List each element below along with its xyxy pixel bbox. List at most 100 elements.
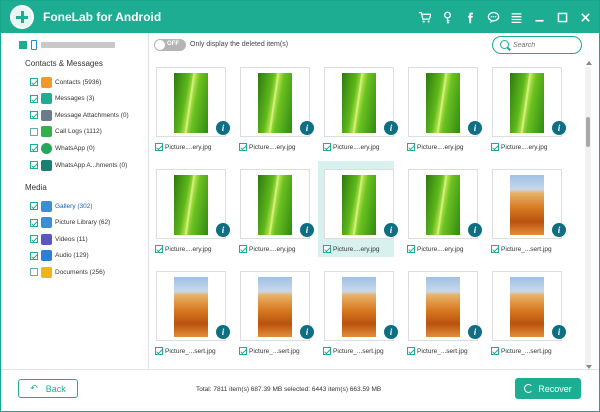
info-icon[interactable]: i bbox=[300, 223, 314, 237]
sidebar-item[interactable]: WhatsApp A...hments (0) bbox=[30, 159, 148, 171]
info-icon[interactable]: i bbox=[216, 121, 230, 135]
sidebar-item-checkbox[interactable] bbox=[30, 218, 38, 227]
photo-thumbnail[interactable]: i bbox=[324, 271, 398, 341]
recover-button[interactable]: Recover bbox=[515, 378, 581, 399]
photo-thumbnail[interactable]: i bbox=[408, 271, 482, 341]
photo-checkbox[interactable] bbox=[491, 347, 499, 355]
info-icon[interactable]: i bbox=[300, 121, 314, 135]
key-icon[interactable] bbox=[439, 9, 455, 25]
scroll-up-arrow-icon[interactable] bbox=[586, 61, 592, 65]
photo-tile[interactable]: i Picture....ery.jpg bbox=[234, 161, 314, 257]
sidebar-item[interactable]: WhatsApp (0) bbox=[30, 142, 148, 154]
photo-tile[interactable]: i Picture_...sert.jpg bbox=[234, 263, 314, 359]
photo-thumbnail[interactable]: i bbox=[492, 67, 566, 137]
info-icon[interactable]: i bbox=[552, 223, 566, 237]
photo-thumbnail[interactable]: i bbox=[240, 271, 314, 341]
photo-checkbox[interactable] bbox=[491, 245, 499, 253]
photo-checkbox[interactable] bbox=[491, 143, 499, 151]
search-input[interactable] bbox=[513, 40, 577, 50]
device-row[interactable] bbox=[19, 38, 139, 52]
photo-checkbox[interactable] bbox=[239, 143, 247, 151]
menu-icon[interactable] bbox=[508, 9, 524, 25]
photo-thumbnail[interactable]: i bbox=[408, 169, 482, 239]
minimize-icon[interactable] bbox=[531, 9, 547, 25]
info-icon[interactable]: i bbox=[468, 121, 482, 135]
photo-thumbnail[interactable]: i bbox=[156, 271, 230, 341]
photo-thumbnail[interactable]: i bbox=[240, 169, 314, 239]
search-box[interactable] bbox=[492, 36, 582, 54]
photo-thumbnail[interactable]: i bbox=[324, 169, 398, 239]
photo-checkbox[interactable] bbox=[407, 245, 415, 253]
back-button[interactable]: ↶ Back bbox=[18, 379, 78, 398]
sidebar-item-checkbox[interactable] bbox=[30, 235, 38, 244]
photo-thumbnail[interactable]: i bbox=[408, 67, 482, 137]
info-icon[interactable]: i bbox=[552, 121, 566, 135]
photo-tile[interactable]: i Picture....ery.jpg bbox=[318, 161, 398, 257]
info-icon[interactable]: i bbox=[468, 223, 482, 237]
photo-checkbox[interactable] bbox=[323, 347, 331, 355]
photo-thumbnail[interactable]: i bbox=[324, 67, 398, 137]
sidebar-item-checkbox[interactable] bbox=[30, 144, 38, 153]
info-icon[interactable]: i bbox=[216, 325, 230, 339]
photo-checkbox[interactable] bbox=[155, 245, 163, 253]
chat-icon[interactable] bbox=[485, 9, 501, 25]
maximize-icon[interactable] bbox=[554, 9, 570, 25]
info-icon[interactable]: i bbox=[468, 325, 482, 339]
photo-thumbnail[interactable]: i bbox=[492, 169, 566, 239]
photo-checkbox[interactable] bbox=[239, 245, 247, 253]
photo-checkbox[interactable] bbox=[407, 143, 415, 151]
photo-checkbox[interactable] bbox=[323, 245, 331, 253]
photo-tile[interactable]: i Picture....ery.jpg bbox=[402, 161, 482, 257]
sidebar-item[interactable]: Contacts (5936) bbox=[30, 76, 148, 88]
facebook-icon[interactable] bbox=[462, 9, 478, 25]
photo-thumbnail[interactable]: i bbox=[156, 67, 230, 137]
device-checkbox[interactable] bbox=[19, 41, 27, 49]
sidebar-item-checkbox[interactable] bbox=[30, 94, 38, 103]
photo-checkbox[interactable] bbox=[155, 143, 163, 151]
info-icon[interactable]: i bbox=[216, 223, 230, 237]
sidebar-item-checkbox[interactable] bbox=[30, 251, 38, 260]
sidebar-item[interactable]: Picture Library (62) bbox=[30, 217, 148, 229]
scrollbar-thumb[interactable] bbox=[586, 117, 590, 147]
info-icon[interactable]: i bbox=[384, 223, 398, 237]
scrollbar-track[interactable] bbox=[585, 67, 591, 367]
info-icon[interactable]: i bbox=[552, 325, 566, 339]
cart-icon[interactable] bbox=[416, 9, 432, 25]
photo-tile[interactable]: i Picture_...sert.jpg bbox=[318, 263, 398, 359]
photo-thumbnail[interactable]: i bbox=[492, 271, 566, 341]
photo-tile[interactable]: i Picture_...sert.jpg bbox=[402, 263, 482, 359]
photo-tile[interactable]: i Picture_...sert.jpg bbox=[150, 263, 230, 359]
sidebar-item[interactable]: Call Logs (1112) bbox=[30, 126, 148, 138]
photo-checkbox[interactable] bbox=[407, 347, 415, 355]
photo-checkbox[interactable] bbox=[239, 347, 247, 355]
sidebar-item-checkbox[interactable] bbox=[30, 78, 38, 86]
info-icon[interactable]: i bbox=[384, 325, 398, 339]
photo-thumbnail[interactable]: i bbox=[156, 169, 230, 239]
sidebar-item[interactable]: Messages (3) bbox=[30, 93, 148, 105]
photo-thumbnail[interactable]: i bbox=[240, 67, 314, 137]
sidebar-item[interactable]: Message Attachments (0) bbox=[30, 109, 148, 121]
photo-checkbox[interactable] bbox=[323, 143, 331, 151]
photo-tile[interactable]: i Picture....ery.jpg bbox=[486, 59, 566, 155]
photo-tile[interactable]: i Picture....ery.jpg bbox=[150, 59, 230, 155]
sidebar-item-checkbox[interactable] bbox=[30, 161, 38, 169]
sidebar-item[interactable]: Gallery (302) bbox=[30, 200, 148, 212]
info-icon[interactable]: i bbox=[384, 121, 398, 135]
sidebar-item[interactable]: Audio (129) bbox=[30, 250, 148, 262]
photo-checkbox[interactable] bbox=[155, 347, 163, 355]
sidebar-item-checkbox[interactable] bbox=[30, 111, 38, 120]
sidebar-item[interactable]: Videos (11) bbox=[30, 233, 148, 245]
sidebar-item-checkbox[interactable] bbox=[30, 202, 38, 210]
sidebar-item[interactable]: Documents (256) bbox=[30, 266, 148, 278]
sidebar-item-checkbox[interactable] bbox=[30, 127, 38, 136]
photo-tile[interactable]: i Picture....ery.jpg bbox=[150, 161, 230, 257]
info-icon[interactable]: i bbox=[300, 325, 314, 339]
photo-tile[interactable]: i Picture....ery.jpg bbox=[234, 59, 314, 155]
photo-tile[interactable]: i Picture_...sert.jpg bbox=[486, 161, 566, 257]
photo-tile[interactable]: i Picture....ery.jpg bbox=[402, 59, 482, 155]
photo-tile[interactable]: i Picture....ery.jpg bbox=[318, 59, 398, 155]
deleted-only-toggle[interactable]: OFF bbox=[154, 39, 186, 51]
close-icon[interactable] bbox=[577, 9, 593, 25]
photo-tile[interactable]: i Picture_...sert.jpg bbox=[486, 263, 566, 359]
sidebar-item-checkbox[interactable] bbox=[30, 268, 38, 277]
